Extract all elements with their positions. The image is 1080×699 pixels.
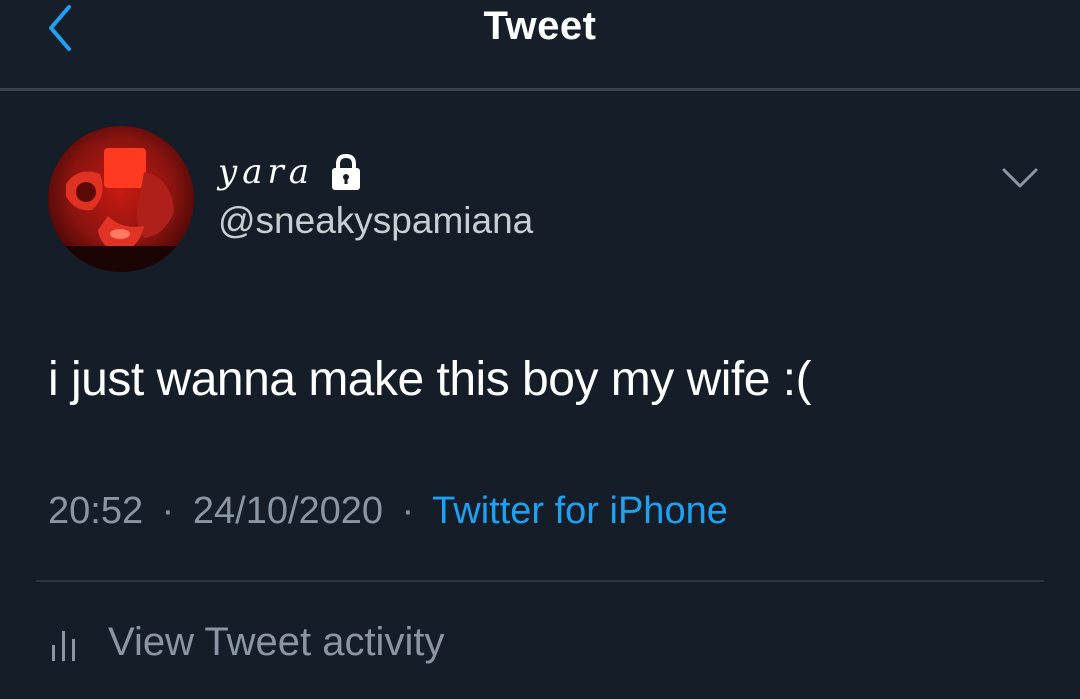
tweet-date: 24/10/2020 — [192, 490, 384, 532]
tweet-metadata: 20:52 · 24/10/2020 · Twitter for iPhone — [48, 490, 728, 533]
divider — [36, 580, 1044, 582]
top-nav-bar: Tweet — [0, 0, 1080, 91]
tweet-text: i just wanna make this boy my wife :( — [48, 353, 812, 406]
bar-chart-icon — [52, 630, 75, 661]
meta-separator: · — [401, 490, 415, 532]
avatar[interactable] — [48, 126, 194, 272]
display-name-row: yara — [218, 150, 364, 194]
page-title: Tweet — [483, 4, 597, 48]
lock-icon — [332, 153, 361, 190]
meta-separator: · — [161, 490, 175, 532]
activity-label: View Tweet activity — [108, 620, 445, 664]
more-options-button[interactable] — [996, 160, 1044, 196]
tweet-time: 20:52 — [48, 490, 144, 532]
tweet-screen: Tweet yara @sneakyspamiana i just wanna … — [0, 0, 1080, 699]
view-tweet-activity-button[interactable]: View Tweet activity — [48, 620, 444, 665]
tweet-source-link[interactable]: Twitter for iPhone — [432, 490, 728, 532]
user-handle[interactable]: @sneakyspamiana — [218, 200, 533, 242]
avatar-image — [48, 126, 194, 272]
chevron-down-icon — [1002, 168, 1038, 188]
display-name[interactable]: yara — [218, 152, 314, 192]
